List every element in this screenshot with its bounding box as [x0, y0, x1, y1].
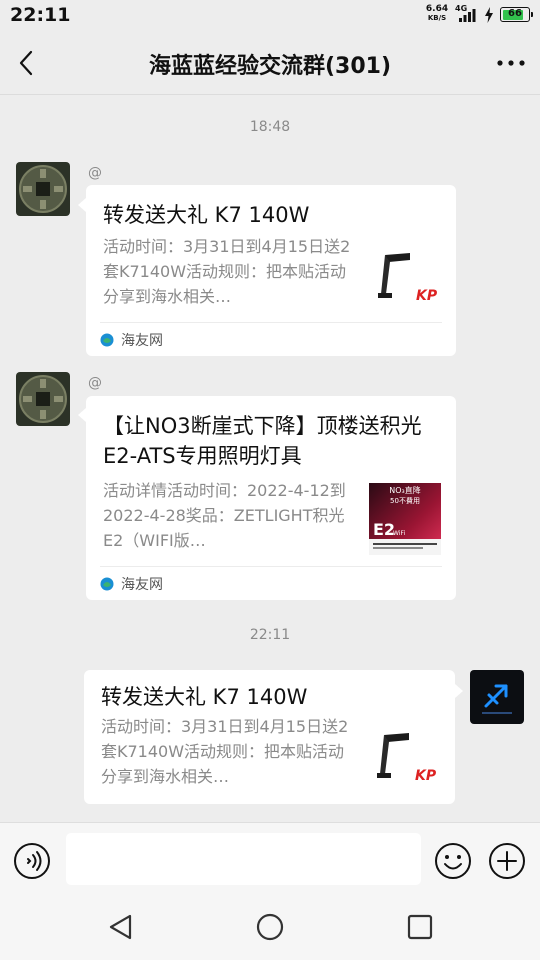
link-card[interactable]: 【让NO3断崖式下降】顶楼送积光E2-ATS专用照明灯具 活动详情活动时间：20… — [86, 396, 456, 600]
status-time: 22:11 — [10, 4, 71, 26]
card-title: 转发送大礼 K7 140W — [101, 685, 308, 709]
timestamp: 22:11 — [249, 627, 291, 643]
voice-icon[interactable] — [13, 842, 51, 880]
card-description: 活动详情活动时间：2022-4-12到2022-4-28奖品：ZETLIGHT积… — [103, 481, 346, 550]
timestamp: 18:48 — [249, 119, 291, 135]
thumb-line-1: NO₃直降 — [389, 485, 421, 495]
sender-name: @ — [88, 375, 102, 391]
card-title: 转发送大礼 K7 140W — [103, 203, 310, 227]
battery-level: 66 — [508, 8, 522, 19]
thumb-brand: KP — [416, 288, 438, 304]
nav-back-icon[interactable] — [106, 912, 136, 942]
input-bar — [0, 822, 540, 899]
network-speed-unit: KB/S — [427, 14, 447, 22]
card-source: 海友网 — [100, 330, 163, 350]
source-icon — [100, 577, 114, 591]
link-card[interactable]: 转发送大礼 K7 140W 活动时间：3月31日到4月15日送2套K7140W活… — [84, 670, 455, 804]
card-description: 活动时间：3月31日到4月15日送2套K7140W活动规则：把本贴活动分享到海水… — [103, 237, 351, 306]
card-thumbnail: KP — [369, 720, 441, 792]
card-source: 海友网 — [100, 574, 163, 594]
self-avatar[interactable] — [470, 670, 524, 724]
divider — [100, 322, 442, 323]
coin-avatar-icon — [16, 372, 70, 426]
thumb-brand: KP — [415, 768, 437, 784]
chat-header: 海蓝蓝经验交流群(301) — [0, 32, 540, 95]
link-card[interactable]: 转发送大礼 K7 140W 活动时间：3月31日到4月15日送2套K7140W活… — [86, 185, 456, 356]
back-arrow-icon[interactable] — [12, 48, 42, 78]
battery-icon: 66 — [500, 7, 533, 22]
sender-name: @ — [88, 165, 102, 181]
status-bar: 22:11 6.64 KB/S 4G 66 — [0, 0, 540, 32]
e2-thumbnail-icon: NO₃直降 50不費用 E2 WiFi — [369, 483, 441, 555]
bubble-tail — [455, 684, 463, 698]
message-input[interactable] — [66, 833, 421, 885]
plus-icon[interactable] — [488, 842, 526, 880]
lamp-thumbnail-icon: KP — [369, 720, 441, 792]
nav-home-icon[interactable] — [255, 912, 285, 942]
coin-avatar-icon — [16, 162, 70, 216]
more-dots-icon[interactable] — [496, 50, 526, 76]
bubble-tail — [78, 198, 86, 212]
avatar[interactable] — [16, 162, 70, 216]
source-name: 海友网 — [121, 577, 163, 593]
sagittarius-avatar-icon — [470, 670, 524, 724]
signal-icon — [459, 9, 476, 22]
avatar[interactable] — [16, 372, 70, 426]
card-thumbnail: NO₃直降 50不費用 E2 WiFi — [369, 483, 441, 555]
charging-icon — [485, 7, 493, 23]
thumb-sub: WiFi — [393, 530, 405, 537]
emoji-icon[interactable] — [434, 842, 472, 880]
bubble-tail — [78, 408, 86, 422]
thumb-brand: E2 — [373, 520, 395, 539]
lamp-thumbnail-icon: KP — [370, 240, 442, 312]
card-thumbnail: KP — [370, 240, 442, 312]
page-title: 海蓝蓝经验交流群(301) — [148, 54, 392, 79]
card-description: 活动时间：3月31日到4月15日送2套K7140W活动规则：把本贴活动分享到海水… — [101, 717, 349, 786]
network-speed: 6.64 KB/S — [424, 5, 450, 23]
system-nav-bar — [0, 898, 540, 960]
card-title: 【让NO3断崖式下降】顶楼送积光E2-ATS专用照明灯具 — [103, 414, 422, 468]
source-icon — [100, 333, 114, 347]
divider — [100, 566, 442, 567]
thumb-line-2: 50不費用 — [390, 496, 420, 505]
nav-recent-icon[interactable] — [405, 912, 435, 942]
source-name: 海友网 — [121, 333, 163, 349]
network-speed-value: 6.64 — [425, 4, 449, 14]
